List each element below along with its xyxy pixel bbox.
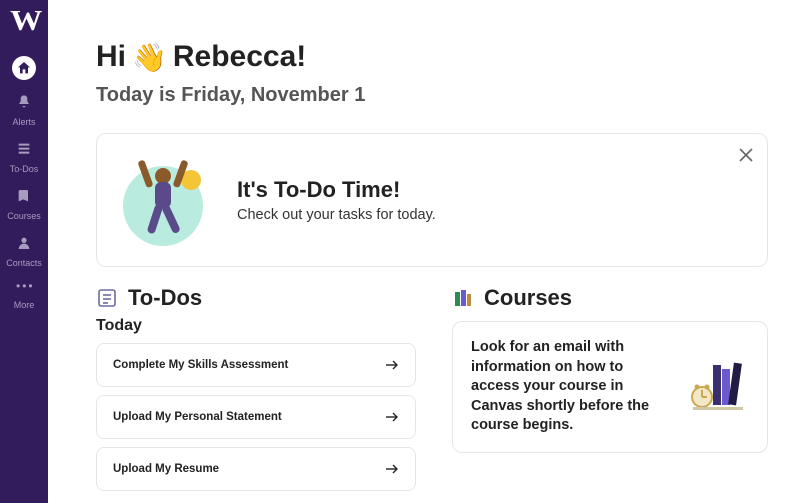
todos-heading: To-Dos: [96, 285, 416, 311]
todos-section: To-Dos Today Complete My Skills Assessme…: [96, 285, 416, 499]
greeting: Hi 👋 Rebecca!: [96, 40, 768, 74]
user-icon: [16, 235, 32, 256]
courses-illustration: [689, 357, 749, 417]
books-icon: [452, 287, 474, 309]
home-icon: [12, 56, 36, 80]
more-icon: •••: [16, 282, 32, 298]
banner-text: It's To-Do Time! Check out your tasks fo…: [237, 177, 436, 223]
checklist-icon: [96, 287, 118, 309]
banner-illustration: [111, 148, 215, 252]
courses-section: Courses Look for an email with informati…: [452, 285, 768, 499]
arrow-right-icon: [385, 412, 399, 422]
nav-alerts-label: Alerts: [12, 117, 35, 127]
nav-more-label: More: [14, 300, 35, 310]
bell-icon: [16, 94, 32, 115]
nav-contacts-label: Contacts: [6, 258, 42, 268]
nav-more[interactable]: ••• More: [0, 282, 48, 310]
nav-courses[interactable]: Courses: [0, 188, 48, 221]
courses-info-card: Look for an email with information on ho…: [452, 321, 768, 453]
checklist-icon: [16, 141, 32, 162]
courses-heading-text: Courses: [484, 285, 572, 311]
nav-contacts[interactable]: Contacts: [0, 235, 48, 268]
main-content: Hi 👋 Rebecca! Today is Friday, November …: [48, 0, 800, 503]
nav-todos-label: To-Dos: [10, 164, 39, 174]
arrow-right-icon: [385, 464, 399, 474]
close-icon[interactable]: [739, 148, 753, 162]
todo-item[interactable]: Complete My Skills Assessment: [96, 343, 416, 387]
app-logo: W: [10, 6, 39, 38]
sidebar: W Alerts To-Dos Courses Contacts ••• Mor…: [0, 0, 48, 503]
nav-home[interactable]: [0, 56, 48, 80]
arrow-right-icon: [385, 360, 399, 370]
wave-icon: 👋: [132, 41, 167, 74]
greeting-name: Rebecca!: [173, 40, 306, 74]
banner-title: It's To-Do Time!: [237, 177, 436, 203]
todo-banner: It's To-Do Time! Check out your tasks fo…: [96, 133, 768, 267]
todo-item[interactable]: Upload My Personal Statement: [96, 395, 416, 439]
todos-heading-text: To-Dos: [128, 285, 202, 311]
todos-group-label: Today: [96, 317, 416, 335]
book-icon: [16, 188, 32, 209]
todo-item-label: Upload My Resume: [113, 463, 219, 475]
greeting-prefix: Hi: [96, 40, 126, 74]
nav-courses-label: Courses: [7, 211, 41, 221]
banner-subtitle: Check out your tasks for today.: [237, 207, 436, 223]
courses-message: Look for an email with information on ho…: [471, 338, 675, 436]
nav-todos[interactable]: To-Dos: [0, 141, 48, 174]
nav-alerts[interactable]: Alerts: [0, 94, 48, 127]
todo-item[interactable]: Upload My Resume: [96, 447, 416, 491]
todo-item-label: Complete My Skills Assessment: [113, 359, 288, 371]
date-line: Today is Friday, November 1: [96, 84, 768, 107]
todo-item-label: Upload My Personal Statement: [113, 411, 282, 423]
courses-heading: Courses: [452, 285, 768, 311]
